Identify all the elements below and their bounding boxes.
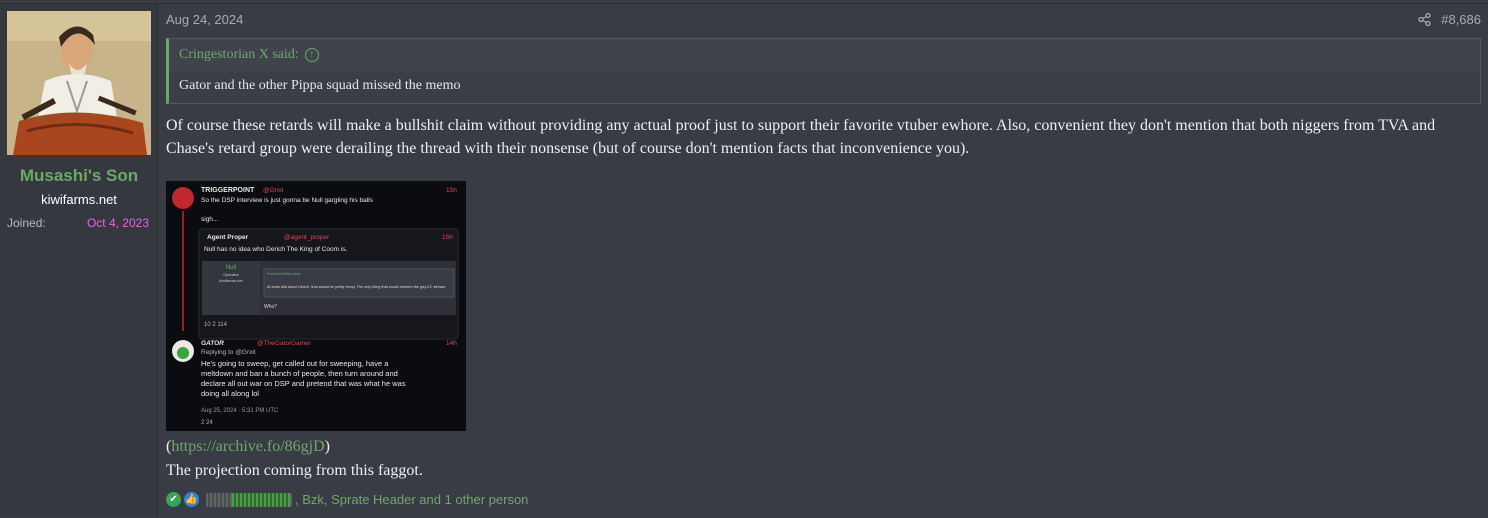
post-main: Aug 24, 2024 #8,686 Cringestorian X said… [166, 4, 1488, 517]
user-sidebar: Musashi's Son kiwifarms.net Joined: Oct … [0, 4, 158, 517]
post-container: Musashi's Son kiwifarms.net Joined: Oct … [0, 3, 1488, 517]
joined-value: Oct 4, 2023 [86, 216, 149, 230]
tweet3-text-4: doing all along lol [201, 389, 259, 398]
post-body: Of course these retards will make a bull… [166, 117, 1436, 157]
tweet1-sub: sigh... [201, 216, 219, 223]
inner-text: At least talk about Derich, that would b… [267, 285, 446, 289]
tweet3-text-3: declare all out war on DSP and pretend t… [201, 379, 406, 388]
post-number[interactable]: #8,686 [1441, 12, 1481, 27]
inner-site: kiwifarms.net [219, 278, 243, 283]
user-avatar[interactable] [7, 11, 151, 155]
like-reaction-icon[interactable]: 👍 [184, 492, 199, 507]
inner-user: Null [226, 265, 236, 271]
tweet3-handle: @TheGatorGamer [257, 340, 312, 347]
inner-reply: Who? [264, 304, 277, 310]
archive-link[interactable]: https://archive.fo/86gjD [171, 438, 324, 455]
post-closing-text: The projection coming from this faggot. [166, 462, 423, 479]
post-meta: #8,686 [1418, 12, 1481, 27]
quote-block: Cringestorian X said: ↑ Gator and the ot… [166, 38, 1481, 104]
tweet3-reply-to: Replying to @Grxit [201, 349, 256, 356]
tweet1-avatar [172, 187, 194, 209]
tweet1-time: 15h [446, 187, 457, 194]
tweet3-text-1: He's going to sweep, get called out for … [201, 359, 389, 368]
reactions-text[interactable]: , Bzk, Sprate Header and 1 other person [295, 492, 528, 507]
tweet2-text: Null has no idea who Derich The King of … [204, 246, 348, 253]
quote-author[interactable]: Cringestorian X said: [179, 47, 299, 63]
quote-header: Cringestorian X said: ↑ [169, 39, 1480, 71]
archive-link-line: (https://archive.fo/86gjD) [166, 438, 330, 456]
tweet2-name: Agent Proper [207, 234, 249, 241]
user-title: kiwifarms.net [41, 192, 117, 207]
reactions-bar[interactable]: ✔ 👍 , Bzk, Sprate Header and 1 other per… [166, 492, 528, 507]
tweet3-text-2: meltdown and ban a bunch of people, then… [201, 369, 398, 378]
tweet3-time: 14h [446, 340, 457, 347]
tweet3-stats: 2 24 [201, 420, 213, 426]
joined-label: Joined: [7, 216, 46, 230]
quote-text: Gator and the other Pippa squad missed t… [169, 71, 1480, 103]
tweet3-name: GATOR [201, 340, 224, 347]
arrow-up-circle-icon[interactable]: ↑ [304, 48, 319, 62]
tweet3-date: Aug 25, 2024 · 5:31 PM UTC [201, 408, 279, 414]
tweet2-stats: 10 2 114 [204, 322, 228, 328]
avatar-image [7, 11, 151, 155]
check-reaction-icon[interactable]: ✔ [166, 492, 181, 507]
tweet2-handle: @agent_proper [284, 234, 330, 241]
tweet1-text: So the DSP interview is just gonna be Nu… [201, 197, 374, 204]
tweet1-handle: @Grxit [263, 187, 284, 194]
embedded-screenshot[interactable]: TRIGGERPOINT @Grxit 15h So the DSP inter… [166, 181, 466, 431]
tweet1-name: TRIGGERPOINT [201, 187, 255, 194]
share-icon[interactable] [1418, 12, 1431, 27]
link-paren-close: ) [324, 438, 330, 455]
tweet2-time: 15h [442, 234, 453, 241]
inner-role: Operator [223, 272, 239, 277]
redacted-names [206, 492, 292, 507]
username[interactable]: Musashi's Son [0, 166, 158, 186]
inner-said: FatHomeWife said: [267, 271, 301, 276]
post-date[interactable]: Aug 24, 2024 [166, 12, 243, 27]
